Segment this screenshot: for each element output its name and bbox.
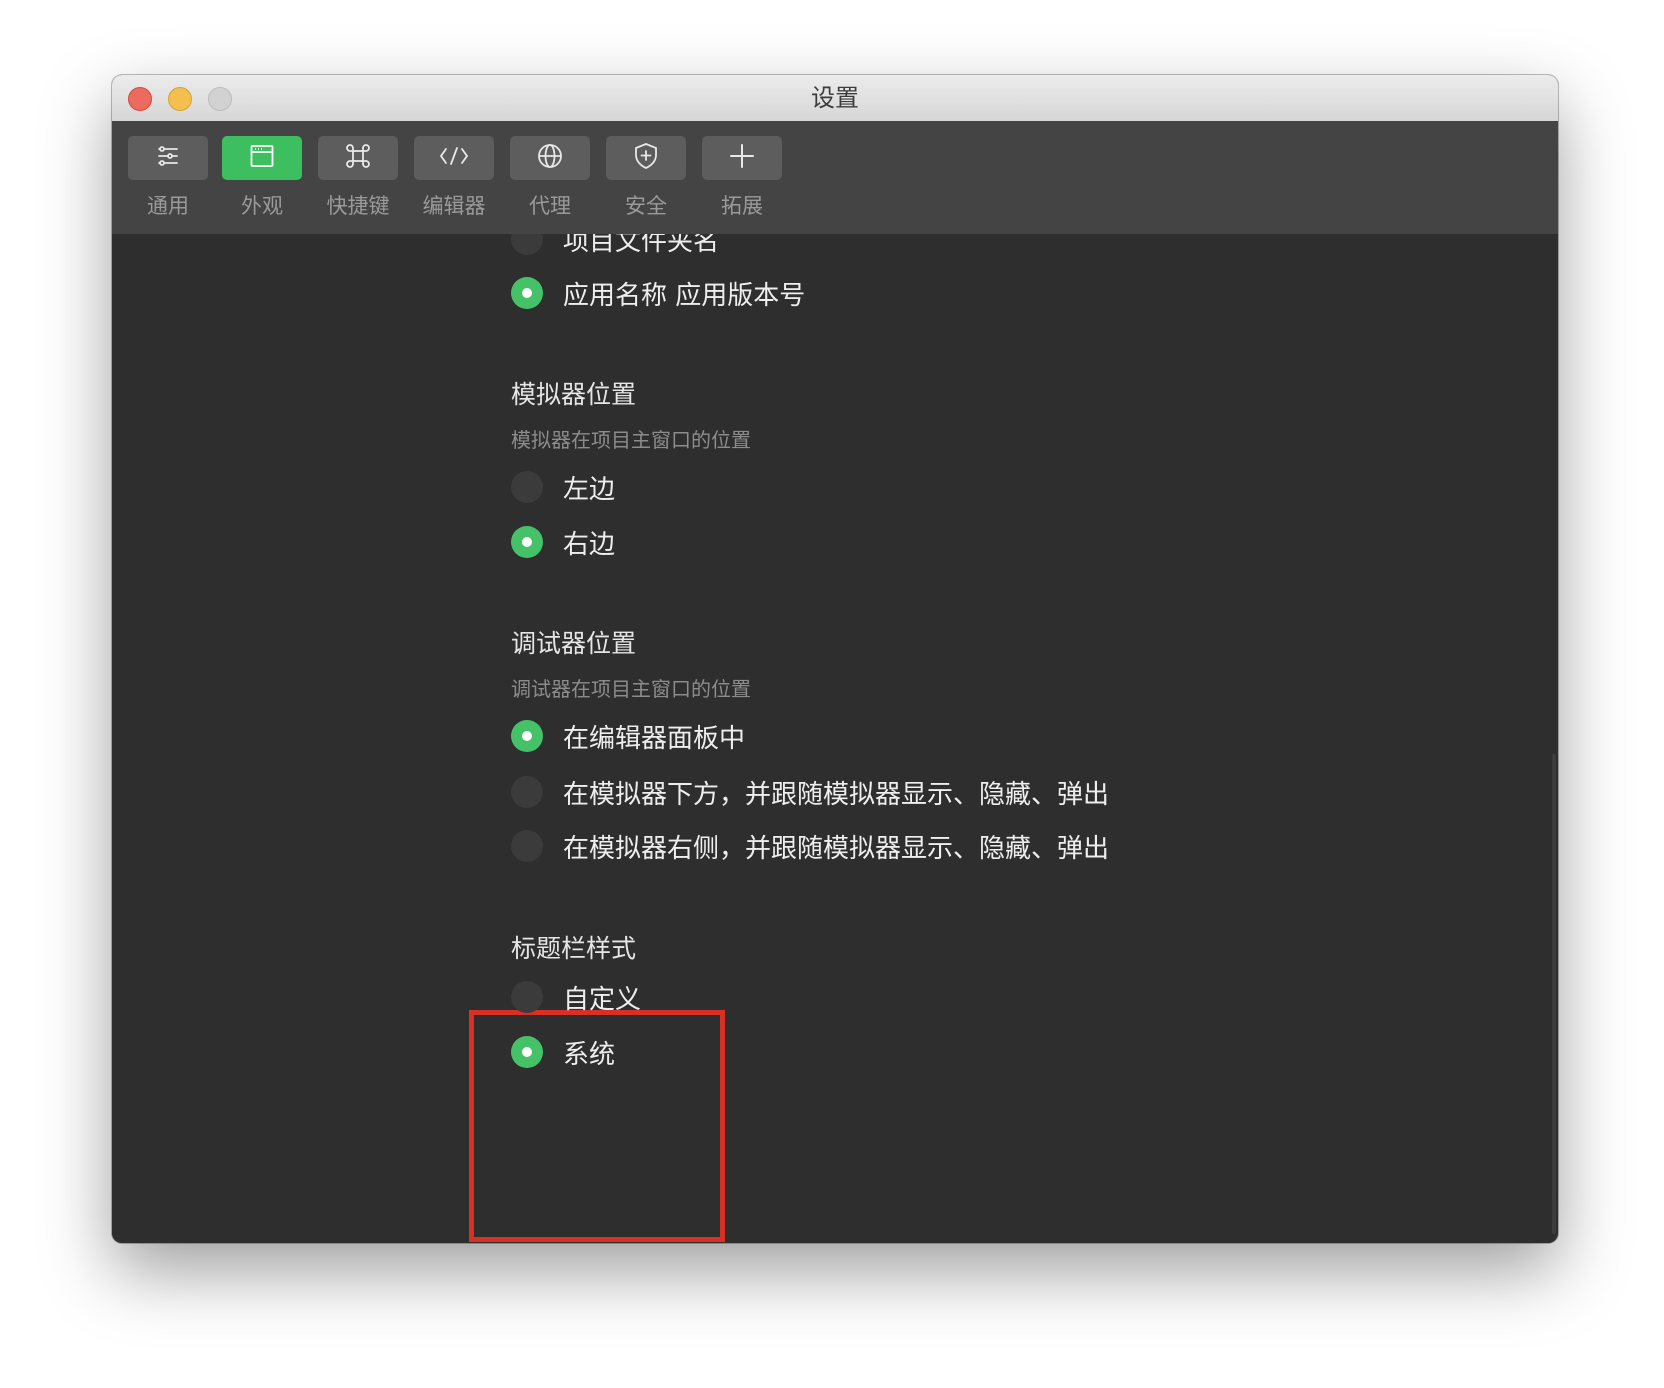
radio-button-checked[interactable]	[511, 277, 543, 309]
radio-button-checked[interactable]	[511, 526, 543, 558]
tab-shortcuts-label: 快捷键	[326, 194, 390, 218]
window-title: 设置	[811, 84, 859, 112]
section-title-simulator-position: 模拟器位置	[511, 380, 637, 409]
tab-editor[interactable]: 编辑器	[414, 136, 494, 220]
radio-option-label: 在编辑器面板中	[563, 723, 746, 754]
vertical-scrollbar[interactable]	[1552, 754, 1556, 1234]
tab-extensions[interactable]: 拓展	[702, 136, 782, 220]
radio-option-left[interactable]: 左边	[511, 469, 615, 505]
plus-icon	[729, 143, 755, 173]
tab-security[interactable]: 安全	[606, 136, 686, 220]
radio-button-checked[interactable]	[511, 1036, 543, 1068]
radio-option-below-simulator[interactable]: 在模拟器下方，并跟随模拟器显示、隐藏、弹出	[511, 774, 1109, 810]
radio-button-checked[interactable]	[511, 720, 543, 752]
command-icon	[345, 143, 371, 173]
tab-shortcuts-button[interactable]	[318, 136, 398, 180]
tab-appearance-label: 外观	[241, 194, 283, 218]
radio-button[interactable]	[511, 830, 543, 862]
section-desc-simulator-position: 模拟器在项目主窗口的位置	[511, 428, 751, 452]
radio-option-label: 右边	[563, 529, 616, 560]
section-desc-debugger-position: 调试器在项目主窗口的位置	[511, 677, 751, 701]
section-title-debugger-position: 调试器位置	[511, 629, 637, 658]
radio-option-right[interactable]: 右边	[511, 524, 615, 560]
section-title-titlebar-style: 标题栏样式	[511, 934, 637, 963]
sliders-icon	[155, 143, 181, 173]
settings-content: 项目文件夹名 应用名称 应用版本号 模拟器位置 模拟器在项目主窗口的位置 左边 …	[112, 234, 1558, 1243]
window-icon	[249, 143, 275, 173]
radio-option-system[interactable]: 系统	[511, 1034, 615, 1070]
tab-security-label: 安全	[625, 194, 667, 218]
radio-button[interactable]	[511, 471, 543, 503]
radio-option-right-of-simulator[interactable]: 在模拟器右侧，并跟随模拟器显示、隐藏、弹出	[511, 828, 1109, 864]
tab-editor-label: 编辑器	[422, 194, 486, 218]
radio-option-project-folder[interactable]: 项目文件夹名	[511, 234, 719, 257]
tab-editor-button[interactable]	[414, 136, 494, 180]
radio-option-app-name-version[interactable]: 应用名称 应用版本号	[511, 275, 805, 311]
radio-button[interactable]	[511, 234, 543, 255]
radio-button[interactable]	[511, 776, 543, 808]
tab-appearance-button[interactable]	[222, 136, 302, 180]
title-bar: 设置	[112, 75, 1558, 122]
code-icon	[438, 143, 470, 173]
settings-window: 设置 通用 外观 快捷键 编辑器 代理 安全 拓展 项目文件夹名 应用名称 应用…	[112, 75, 1558, 1243]
radio-option-label: 自定义	[563, 984, 642, 1015]
tab-security-button[interactable]	[606, 136, 686, 180]
globe-icon	[536, 142, 564, 174]
tab-appearance[interactable]: 外观	[222, 136, 302, 220]
tab-general-button[interactable]	[128, 136, 208, 180]
radio-option-label: 系统	[563, 1039, 616, 1070]
radio-option-label: 应用名称 应用版本号	[563, 280, 806, 311]
radio-option-label: 项目文件夹名	[563, 234, 720, 257]
tab-proxy-button[interactable]	[510, 136, 590, 180]
tab-proxy-label: 代理	[529, 194, 571, 218]
tab-general-label: 通用	[147, 194, 189, 218]
tab-proxy[interactable]: 代理	[510, 136, 590, 220]
radio-option-label: 左边	[563, 474, 616, 505]
radio-option-label: 在模拟器右侧，并跟随模拟器显示、隐藏、弹出	[563, 833, 1110, 864]
radio-option-in-editor-panel[interactable]: 在编辑器面板中	[511, 718, 745, 754]
radio-button[interactable]	[511, 981, 543, 1013]
shield-icon	[633, 142, 659, 174]
tab-shortcuts[interactable]: 快捷键	[318, 136, 398, 220]
tab-extensions-button[interactable]	[702, 136, 782, 180]
radio-option-label: 在模拟器下方，并跟随模拟器显示、隐藏、弹出	[563, 779, 1110, 810]
tab-extensions-label: 拓展	[721, 194, 763, 218]
settings-toolbar: 通用 外观 快捷键 编辑器 代理 安全 拓展	[112, 121, 1558, 234]
tab-general[interactable]: 通用	[128, 136, 208, 220]
radio-option-custom[interactable]: 自定义	[511, 979, 641, 1015]
